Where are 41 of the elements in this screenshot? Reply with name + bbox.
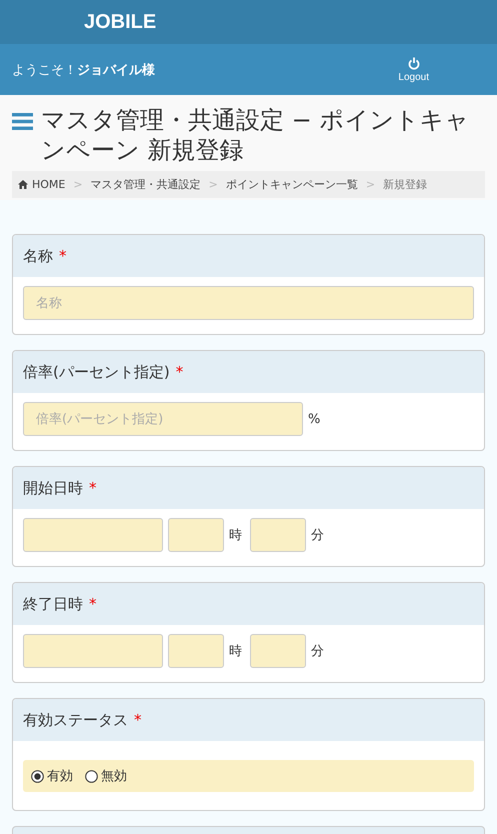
percent-unit: % — [308, 412, 320, 426]
date-field[interactable] — [23, 518, 163, 552]
logout-button[interactable]: Logout — [398, 56, 429, 82]
page-title: マスタ管理・共通設定 − ポイントキャンペーン 新規登録 — [41, 105, 470, 165]
required-mark: * — [89, 479, 96, 497]
home-icon — [18, 180, 28, 189]
name-field[interactable]: 名称 — [23, 286, 474, 320]
hour-unit: 時 — [229, 643, 242, 660]
radio-button[interactable] — [85, 770, 98, 782]
radio-label: 無効 — [101, 768, 127, 785]
field-label: 名称 — [23, 246, 53, 266]
required-mark: * — [176, 363, 184, 381]
minute-unit: 分 — [311, 643, 324, 660]
required-mark: * — [134, 711, 142, 729]
date-field[interactable] — [23, 634, 163, 668]
field-label: 有効ステータス — [23, 710, 128, 730]
power-icon — [408, 56, 420, 70]
breadcrumb-separator: > — [366, 178, 376, 191]
welcome-text: ようこそ！ジョバイル様 — [12, 62, 155, 78]
required-mark: * — [89, 595, 96, 613]
menu-icon[interactable] — [12, 113, 33, 130]
required-mark: * — [59, 247, 66, 265]
field-label: 倍率(パーセント指定) — [23, 362, 170, 382]
breadcrumb-current: 新規登録 — [383, 177, 428, 192]
hour-field[interactable] — [168, 634, 224, 668]
radio-button[interactable] — [31, 770, 44, 782]
hour-field[interactable] — [168, 518, 224, 552]
minute-unit: 分 — [311, 527, 324, 544]
hour-unit: 時 — [229, 527, 242, 544]
minute-field[interactable] — [250, 518, 306, 552]
radio-label: 有効 — [47, 768, 73, 785]
logo: JOBILE — [84, 10, 156, 34]
breadcrumb-separator: > — [208, 178, 218, 191]
field-label: 終了日時 — [23, 594, 83, 614]
breadcrumb-link[interactable]: マスタ管理・共通設定 — [90, 177, 201, 192]
breadcrumb-link[interactable]: HOME — [18, 178, 66, 191]
field-label: 開始日時 — [23, 478, 83, 498]
rate-field[interactable]: 倍率(パーセント指定) — [23, 402, 303, 436]
breadcrumb-separator: > — [73, 178, 83, 191]
minute-field[interactable] — [250, 634, 306, 668]
breadcrumb-link[interactable]: ポイントキャンペーン一覧 — [226, 177, 358, 192]
